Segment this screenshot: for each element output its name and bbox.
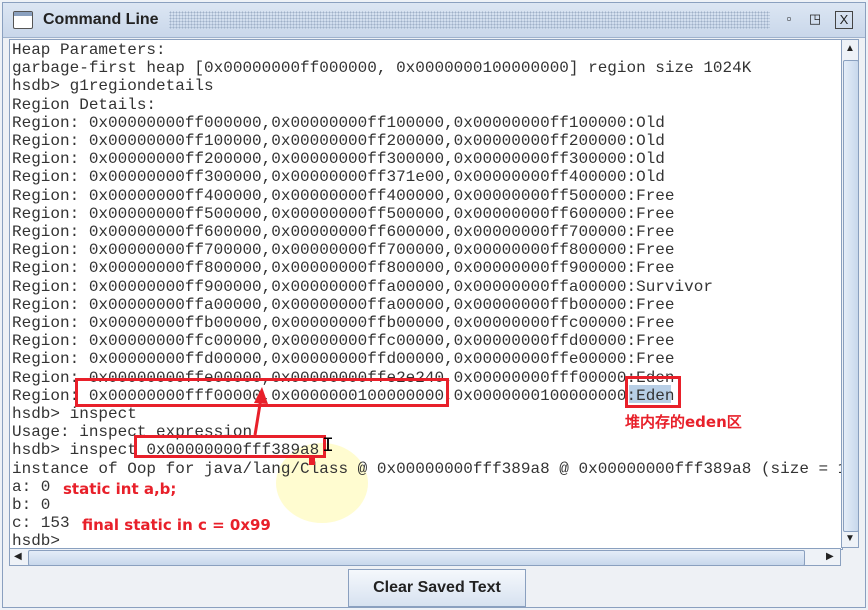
eden-annotation: 堆内存的eden区 bbox=[625, 413, 742, 431]
final-static-annotation: final static in c = 0x99 bbox=[82, 516, 271, 534]
command-line-window: Command Line ▫ ◳ X Heap Parameters: garba… bbox=[2, 2, 866, 608]
text-cursor-icon: I bbox=[322, 435, 335, 458]
static-annotation: static int a,b; bbox=[63, 480, 177, 498]
